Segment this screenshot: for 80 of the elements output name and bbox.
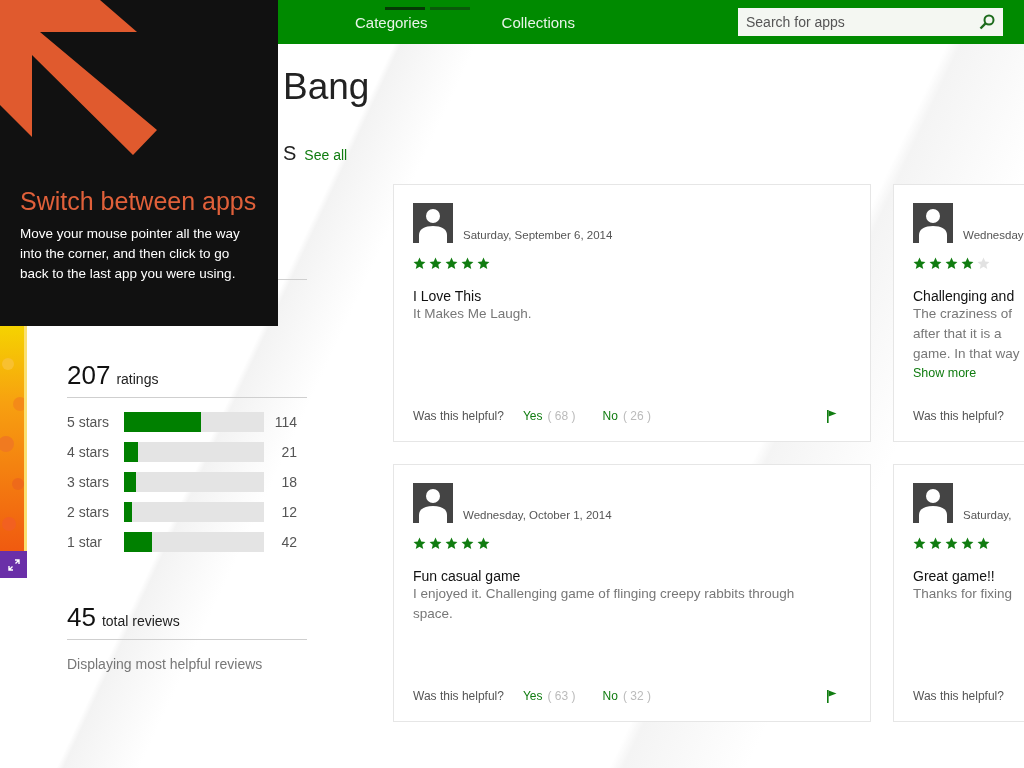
no-link[interactable]: No — [602, 409, 618, 423]
flag-icon[interactable] — [827, 409, 837, 423]
show-more-link[interactable]: Show more — [913, 366, 1024, 380]
review-date: Saturday, September 6, 2014 — [463, 229, 613, 243]
empty-star-icon — [977, 257, 990, 270]
vote-count: ( 32 ) — [622, 689, 651, 703]
star-icon — [913, 537, 926, 550]
rating-count: 42 — [280, 534, 297, 550]
star-icon — [929, 257, 942, 270]
rating-count: 21 — [280, 444, 297, 460]
star-icon — [961, 257, 974, 270]
ratings-label: ratings — [116, 371, 159, 387]
helpful-prompt: Was this helpful? — [413, 409, 504, 423]
rating-count: 18 — [280, 474, 297, 490]
star-level-label: 3 stars — [67, 474, 110, 490]
star-icon — [477, 537, 490, 550]
star-level-label: 5 stars — [67, 414, 110, 430]
review-date: Wednesday — [963, 229, 1024, 243]
avatar-icon — [413, 483, 453, 523]
nav-tab[interactable]: Collections — [501, 13, 575, 31]
yes-link[interactable]: Yes — [522, 409, 543, 423]
review-date: Wednesday, October 1, 2014 — [463, 509, 612, 523]
review-text: game. In that way — [913, 345, 1021, 363]
arrow-icon — [0, 0, 158, 156]
vote-count: ( 63 ) — [547, 689, 576, 703]
ratings-count: 207 — [67, 360, 111, 391]
star-level-label: 1 star — [67, 534, 103, 550]
avatar-icon — [913, 483, 953, 523]
flag-icon[interactable] — [827, 689, 837, 703]
yes-link[interactable]: Yes — [522, 689, 543, 703]
section-title: S — [283, 142, 297, 165]
star-level-label: 4 stars — [67, 444, 110, 460]
review-date: Saturday, — [963, 509, 1012, 523]
avatar-icon — [413, 203, 453, 243]
star-icon — [945, 257, 958, 270]
star-icon — [429, 537, 442, 550]
review-text: I enjoyed it. Challenging game of flinging creepy rabbits through — [413, 585, 796, 603]
helpful-prompt: Was this helpful? — [913, 689, 1004, 703]
tip-text: Move your mouse pointer all the way into the corner, and then click to go back to the last app you were using. — [20, 225, 241, 283]
reviews-label: total reviews — [101, 613, 180, 629]
star-icon — [413, 537, 426, 550]
star-icon — [945, 537, 958, 550]
search-field[interactable]: Search for apps — [738, 8, 1003, 36]
star-icon — [477, 257, 490, 270]
sort-note: Displaying most helpful reviews — [67, 656, 264, 672]
star-icon — [461, 257, 474, 270]
star-level-label: 2 stars — [67, 504, 110, 520]
no-link[interactable]: No — [602, 689, 618, 703]
star-icon — [429, 257, 442, 270]
helpful-prompt: Was this helpful? — [413, 689, 504, 703]
star-icon — [413, 257, 426, 270]
star-icon — [461, 537, 474, 550]
star-icon — [929, 537, 942, 550]
vote-count: ( 26 ) — [622, 409, 651, 423]
star-icon — [445, 257, 458, 270]
app-title: Bang — [283, 66, 370, 107]
review-title: I Love This — [413, 288, 483, 304]
nav-tab[interactable]: Categories — [355, 13, 428, 31]
review-title: Great game!! — [913, 568, 996, 584]
tip-title: Switch between apps — [20, 187, 258, 216]
star-icon — [913, 257, 926, 270]
see-all-link[interactable]: See all — [304, 147, 348, 163]
expand-icon[interactable] — [7, 558, 20, 571]
review-text: Thanks for fixing — [913, 585, 1014, 603]
helpful-prompt: Was this helpful? — [913, 409, 1004, 423]
avatar-icon — [913, 203, 953, 243]
rating-count: 12 — [280, 504, 297, 520]
search-icon[interactable] — [979, 14, 995, 30]
reviews-count: 45 — [67, 602, 96, 633]
review-title: Fun casual game — [413, 568, 522, 584]
rating-count: 114 — [273, 414, 297, 430]
review-text: The craziness of — [913, 305, 1014, 323]
vote-count: ( 68 ) — [547, 409, 576, 423]
star-icon — [445, 537, 458, 550]
review-title: Challenging and — [913, 288, 1016, 304]
star-icon — [977, 537, 990, 550]
review-text: space. — [413, 605, 454, 623]
review-text: after that it is a — [913, 325, 1003, 343]
review-text: It Makes Me Laugh. — [413, 305, 533, 323]
star-icon — [961, 537, 974, 550]
